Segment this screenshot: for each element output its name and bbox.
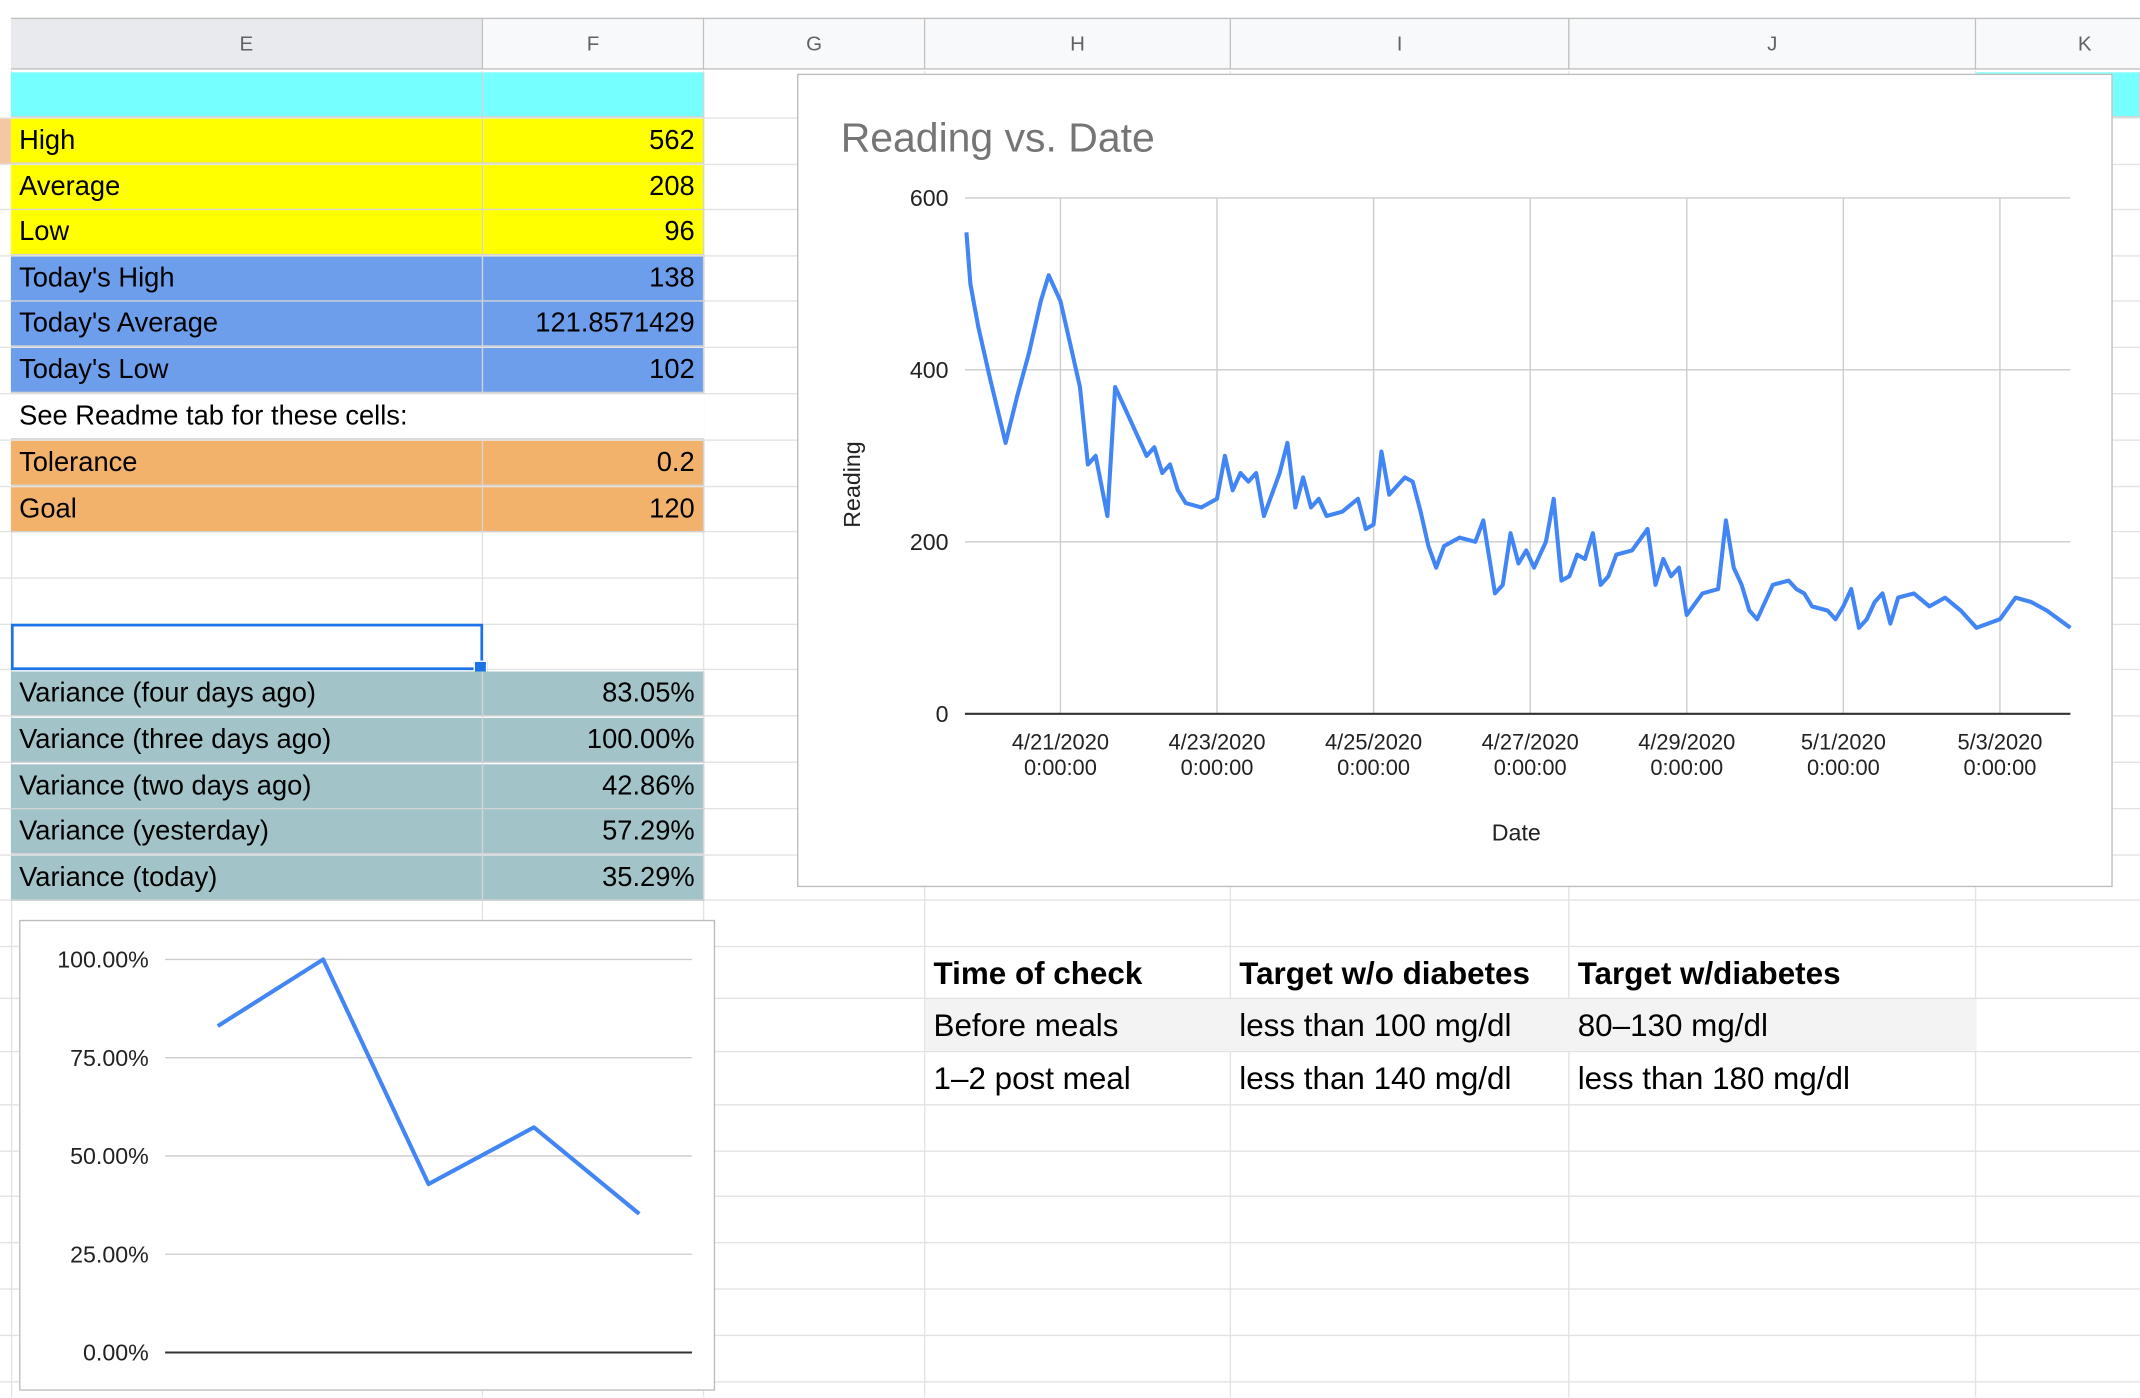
variance-chart-svg: 0.00% 25.00% 50.00% 75.00% 100.00% xyxy=(57,947,692,1366)
readme-note-cell[interactable]: See Readme tab for these cells: xyxy=(10,394,705,440)
variance-chart-y-ticks: 0.00% 25.00% 50.00% 75.00% 100.00% xyxy=(57,947,149,1366)
row-marker xyxy=(0,118,11,164)
tolerance-label-cell[interactable]: Tolerance xyxy=(10,440,484,486)
today-average-label-cell[interactable]: Today's Average xyxy=(10,301,484,347)
reading-chart-x-ticks: 4/21/20200:00:004/23/20200:00:004/25/202… xyxy=(1012,729,2043,780)
cyan-header-cell-e[interactable] xyxy=(10,72,484,118)
goal-label-cell[interactable]: Goal xyxy=(10,487,484,533)
column-header-h[interactable]: H xyxy=(925,17,1232,70)
reading-chart-y-tick-label: 600 xyxy=(910,185,949,211)
variance-chart-y-tick-label: 0.00% xyxy=(83,1340,149,1366)
tolerance-value-cell[interactable]: 0.2 xyxy=(483,440,705,486)
table-header-cell[interactable]: Time of check xyxy=(925,949,1231,999)
table-cell[interactable]: 80–130 mg/dl xyxy=(1570,999,1977,1051)
column-header-k[interactable]: K xyxy=(1976,17,2140,70)
reading-chart-x-tick-label: 0:00:00 xyxy=(1807,755,1880,780)
variance-series-line xyxy=(216,957,641,1216)
table-cell[interactable]: 1–2 post meal xyxy=(925,1052,1231,1104)
reading-chart-y-tick-label: 200 xyxy=(910,529,949,555)
today-low-label-cell[interactable]: Today's Low xyxy=(10,348,484,394)
variance-label-cell[interactable]: Variance (four days ago) xyxy=(10,671,484,717)
variance-value-cell[interactable]: 83.05% xyxy=(483,671,705,717)
variance-chart-gridlines xyxy=(165,958,692,1255)
reading-chart[interactable]: Reading vs. Date 0 200 400 600 4/21/2020 0:0… xyxy=(797,73,2113,888)
reading-chart-x-tick-label: 4/27/2020 xyxy=(1482,729,1579,754)
column-header-j[interactable]: J xyxy=(1569,17,1977,70)
reading-chart-x-tick-label: 0:00:00 xyxy=(1964,755,2037,780)
reading-chart-x-tick-label: 4/21/2020 xyxy=(1012,729,1109,754)
average-label-cell[interactable]: Average xyxy=(10,165,484,211)
reading-chart-x-axis-label: Date xyxy=(1492,820,1541,846)
column-header-g[interactable]: G xyxy=(704,17,926,70)
table-cell[interactable]: less than 100 mg/dl xyxy=(1231,999,1569,1051)
variance-chart-y-tick-label: 50.00% xyxy=(70,1143,149,1169)
variance-label-cell[interactable]: Variance (yesterday) xyxy=(10,809,484,855)
table-cell[interactable]: less than 180 mg/dl xyxy=(1570,1052,1977,1104)
low-label-cell[interactable]: Low xyxy=(10,210,484,256)
today-average-value-cell[interactable]: 121.8571429 xyxy=(483,301,705,347)
reading-chart-x-tick-label: 5/3/2020 xyxy=(1957,729,2042,754)
reading-chart-svg: Reading vs. Date 0200400600 4/21/20200:0… xyxy=(839,114,2072,846)
variance-value-cell[interactable]: 100.00% xyxy=(483,717,705,763)
reading-chart-x-tick-label: 5/1/2020 xyxy=(1801,729,1886,754)
variance-label-cell[interactable]: Variance (today) xyxy=(10,855,484,901)
column-header-f[interactable]: F xyxy=(483,17,705,70)
goal-value-cell[interactable]: 120 xyxy=(483,487,705,533)
variance-chart[interactable]: 0.00% 25.00% 50.00% 75.00% 100.00% xyxy=(19,919,716,1391)
variance-value-cell[interactable]: 57.29% xyxy=(483,809,705,855)
reading-chart-title: Reading vs. Date xyxy=(841,114,1155,160)
variance-label-cell[interactable]: Variance (two days ago) xyxy=(10,764,484,810)
table-header-cell[interactable]: Target w/diabetes xyxy=(1570,949,1977,999)
variance-chart-y-tick-label: 75.00% xyxy=(70,1045,149,1071)
spreadsheet-grid: E F G H I J K High 562 Average 208 Low 9… xyxy=(0,0,2140,1398)
reading-chart-x-tick-label: 0:00:00 xyxy=(1337,755,1410,780)
variance-label-cell[interactable]: Variance (three days ago) xyxy=(10,717,484,763)
reading-chart-y-ticks: 0 200 400 600 xyxy=(910,185,949,727)
table-header-cell[interactable]: Target w/o diabetes xyxy=(1231,949,1569,999)
selected-cell[interactable] xyxy=(10,623,484,671)
reading-chart-x-tick-label: 0:00:00 xyxy=(1494,755,1567,780)
variance-chart-y-tick-label: 100.00% xyxy=(57,947,149,973)
variance-value-cell[interactable]: 35.29% xyxy=(483,855,705,901)
reading-chart-x-tick-label: 0:00:00 xyxy=(1650,755,1723,780)
reading-chart-x-tick-label: 4/25/2020 xyxy=(1325,729,1422,754)
reading-chart-x-tick-label: 4/29/2020 xyxy=(1638,729,1735,754)
table-cell[interactable]: Before meals xyxy=(925,999,1231,1051)
low-value-cell[interactable]: 96 xyxy=(483,210,705,256)
reading-chart-x-tick-label: 0:00:00 xyxy=(1024,755,1097,780)
today-high-value-cell[interactable]: 138 xyxy=(483,256,705,302)
reading-chart-y-tick-label: 400 xyxy=(910,357,949,383)
variance-value-cell[interactable]: 42.86% xyxy=(483,764,705,810)
high-value-cell[interactable]: 562 xyxy=(483,118,705,164)
high-label-cell[interactable]: High xyxy=(10,118,484,164)
reading-chart-y-tick-label: 0 xyxy=(936,701,949,727)
column-header-i[interactable]: I xyxy=(1231,17,1570,70)
reading-chart-x-tick-label: 0:00:00 xyxy=(1181,755,1254,780)
table-cell[interactable]: less than 140 mg/dl xyxy=(1231,1052,1569,1104)
average-value-cell[interactable]: 208 xyxy=(483,165,705,211)
today-high-label-cell[interactable]: Today's High xyxy=(10,256,484,302)
variance-chart-y-tick-label: 25.00% xyxy=(70,1241,149,1267)
reading-chart-x-tick-label: 4/23/2020 xyxy=(1168,729,1265,754)
reading-series-line xyxy=(964,232,2072,630)
today-low-value-cell[interactable]: 102 xyxy=(483,348,705,394)
reading-chart-y-axis-label: Reading xyxy=(839,441,865,527)
cyan-header-cell-f[interactable] xyxy=(483,72,705,118)
reading-chart-gridlines xyxy=(964,197,2071,714)
column-header-e[interactable]: E xyxy=(10,17,484,70)
